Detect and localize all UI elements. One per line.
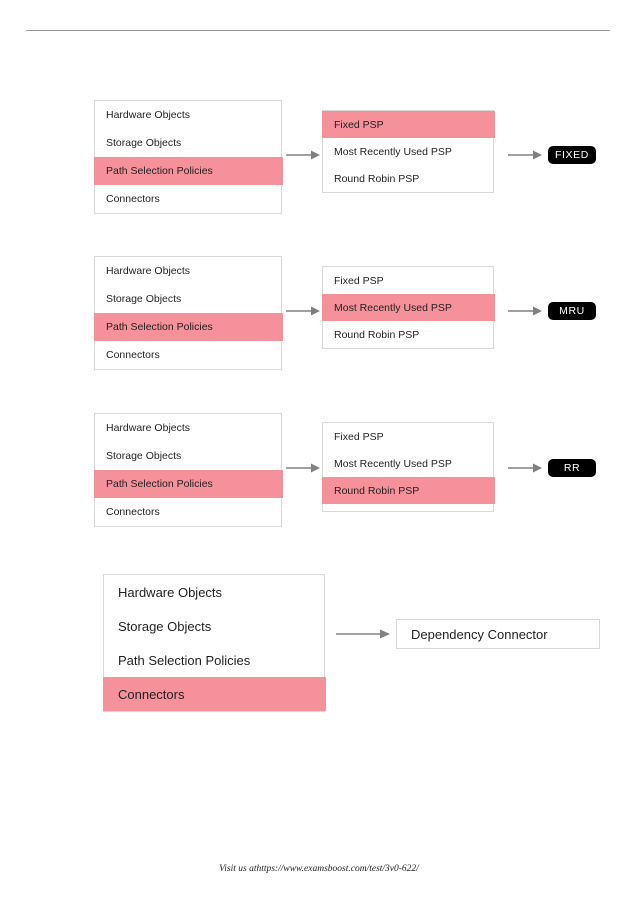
menu-item-label: Path Selection Policies — [118, 652, 251, 668]
arrow-menu-to-psp-row-2 — [286, 304, 320, 318]
result-badge-label: FIXED — [555, 149, 589, 161]
result-badge-row-1: FIXED — [548, 146, 596, 164]
psp-item[interactable]: Fixed PSP — [323, 423, 493, 450]
menu-item-label: Hardware Objects — [106, 265, 191, 277]
arrow-psp-to-badge-row-1 — [508, 148, 542, 162]
psp-item[interactable]: Most Recently Used PSP — [323, 138, 493, 165]
menu-item[interactable]: Storage Objects — [95, 442, 281, 470]
menu-item[interactable]: Storage Objects — [104, 609, 324, 643]
menu-item[interactable]: Connectors — [95, 341, 281, 369]
psp-item-label: Most Recently Used PSP — [334, 145, 452, 158]
result-badge-label: RR — [563, 462, 581, 474]
menu-item-label: Storage Objects — [118, 618, 212, 634]
dependency-connector-label: Dependency Connector — [411, 626, 548, 642]
result-badge-row-2: MRU — [548, 302, 596, 320]
arrow-menu-to-psp-row-1 — [286, 148, 320, 162]
menu-item-label: Hardware Objects — [118, 584, 223, 600]
footer-url: Visit us athttps://www.examsboost.com/te… — [219, 864, 419, 874]
arrow-menu-to-connector — [336, 627, 390, 641]
psp-item-label: Round Robin PSP — [334, 328, 420, 341]
menu-item[interactable]: Connectors — [95, 185, 281, 213]
menu-item-selected[interactable]: Path Selection Policies — [94, 470, 283, 498]
menu-panel-row-3[interactable]: Hardware Objects Storage Objects Path Se… — [94, 413, 283, 527]
result-badge-row-3: RR — [548, 459, 596, 477]
psp-item-label: Most Recently Used PSP — [334, 301, 452, 314]
menu-item[interactable]: Storage Objects — [95, 129, 281, 157]
menu-item-label: Connectors — [106, 193, 160, 205]
psp-item-label: Fixed PSP — [334, 430, 384, 443]
psp-item-label: Round Robin PSP — [334, 484, 420, 497]
menu-item-label: Path Selection Policies — [106, 478, 213, 490]
arrow-menu-to-psp-row-3 — [286, 461, 320, 475]
psp-item[interactable]: Round Robin PSP — [323, 321, 493, 348]
psp-item[interactable]: Round Robin PSP — [323, 165, 493, 192]
menu-item[interactable]: Hardware Objects — [95, 257, 281, 285]
menu-item-label: Connectors — [106, 506, 160, 518]
menu-item[interactable]: Hardware Objects — [104, 575, 324, 609]
menu-item[interactable]: Hardware Objects — [95, 414, 281, 442]
menu-item[interactable]: Storage Objects — [95, 285, 281, 313]
menu-item-label: Hardware Objects — [106, 109, 191, 121]
header-divider — [26, 30, 610, 31]
psp-panel-row-3[interactable]: Fixed PSP Most Recently Used PSP Round R… — [322, 422, 495, 512]
menu-item-selected[interactable]: Path Selection Policies — [94, 157, 283, 185]
result-badge-label: MRU — [559, 305, 585, 317]
menu-item-label: Hardware Objects — [106, 422, 191, 434]
menu-item-selected[interactable]: Connectors — [103, 677, 326, 711]
menu-item-label: Storage Objects — [106, 293, 182, 305]
menu-item-label: Storage Objects — [106, 137, 182, 149]
menu-item-selected[interactable]: Path Selection Policies — [94, 313, 283, 341]
menu-item[interactable]: Connectors — [95, 498, 281, 526]
psp-item-selected[interactable]: Most Recently Used PSP — [322, 294, 495, 321]
menu-panel-bottom[interactable]: Hardware Objects Storage Objects Path Se… — [103, 574, 326, 712]
menu-item-label: Path Selection Policies — [106, 321, 213, 333]
psp-panel-row-1[interactable]: Fixed PSP Most Recently Used PSP Round R… — [322, 110, 495, 193]
menu-item-label: Connectors — [118, 686, 185, 702]
psp-item-label: Fixed PSP — [334, 274, 384, 287]
menu-panel-row-2[interactable]: Hardware Objects Storage Objects Path Se… — [94, 256, 283, 370]
dependency-connector-box[interactable]: Dependency Connector — [396, 619, 600, 649]
menu-item[interactable]: Hardware Objects — [95, 101, 281, 129]
psp-item[interactable]: Fixed PSP — [323, 267, 493, 294]
menu-panel-row-1[interactable]: Hardware Objects Storage Objects Path Se… — [94, 100, 283, 214]
psp-panel-row-2[interactable]: Fixed PSP Most Recently Used PSP Round R… — [322, 266, 495, 349]
psp-item-label: Round Robin PSP — [334, 172, 420, 185]
psp-item-selected[interactable]: Fixed PSP — [322, 111, 495, 138]
psp-item-label: Most Recently Used PSP — [334, 457, 452, 470]
menu-item-label: Path Selection Policies — [106, 165, 213, 177]
menu-item-label: Storage Objects — [106, 450, 182, 462]
arrow-psp-to-badge-row-3 — [508, 461, 542, 475]
psp-item-selected[interactable]: Round Robin PSP — [322, 477, 495, 504]
psp-item[interactable]: Most Recently Used PSP — [323, 450, 493, 477]
psp-item-label: Fixed PSP — [334, 118, 384, 131]
arrow-psp-to-badge-row-2 — [508, 304, 542, 318]
menu-item[interactable]: Path Selection Policies — [104, 643, 324, 677]
menu-item-label: Connectors — [106, 349, 160, 361]
